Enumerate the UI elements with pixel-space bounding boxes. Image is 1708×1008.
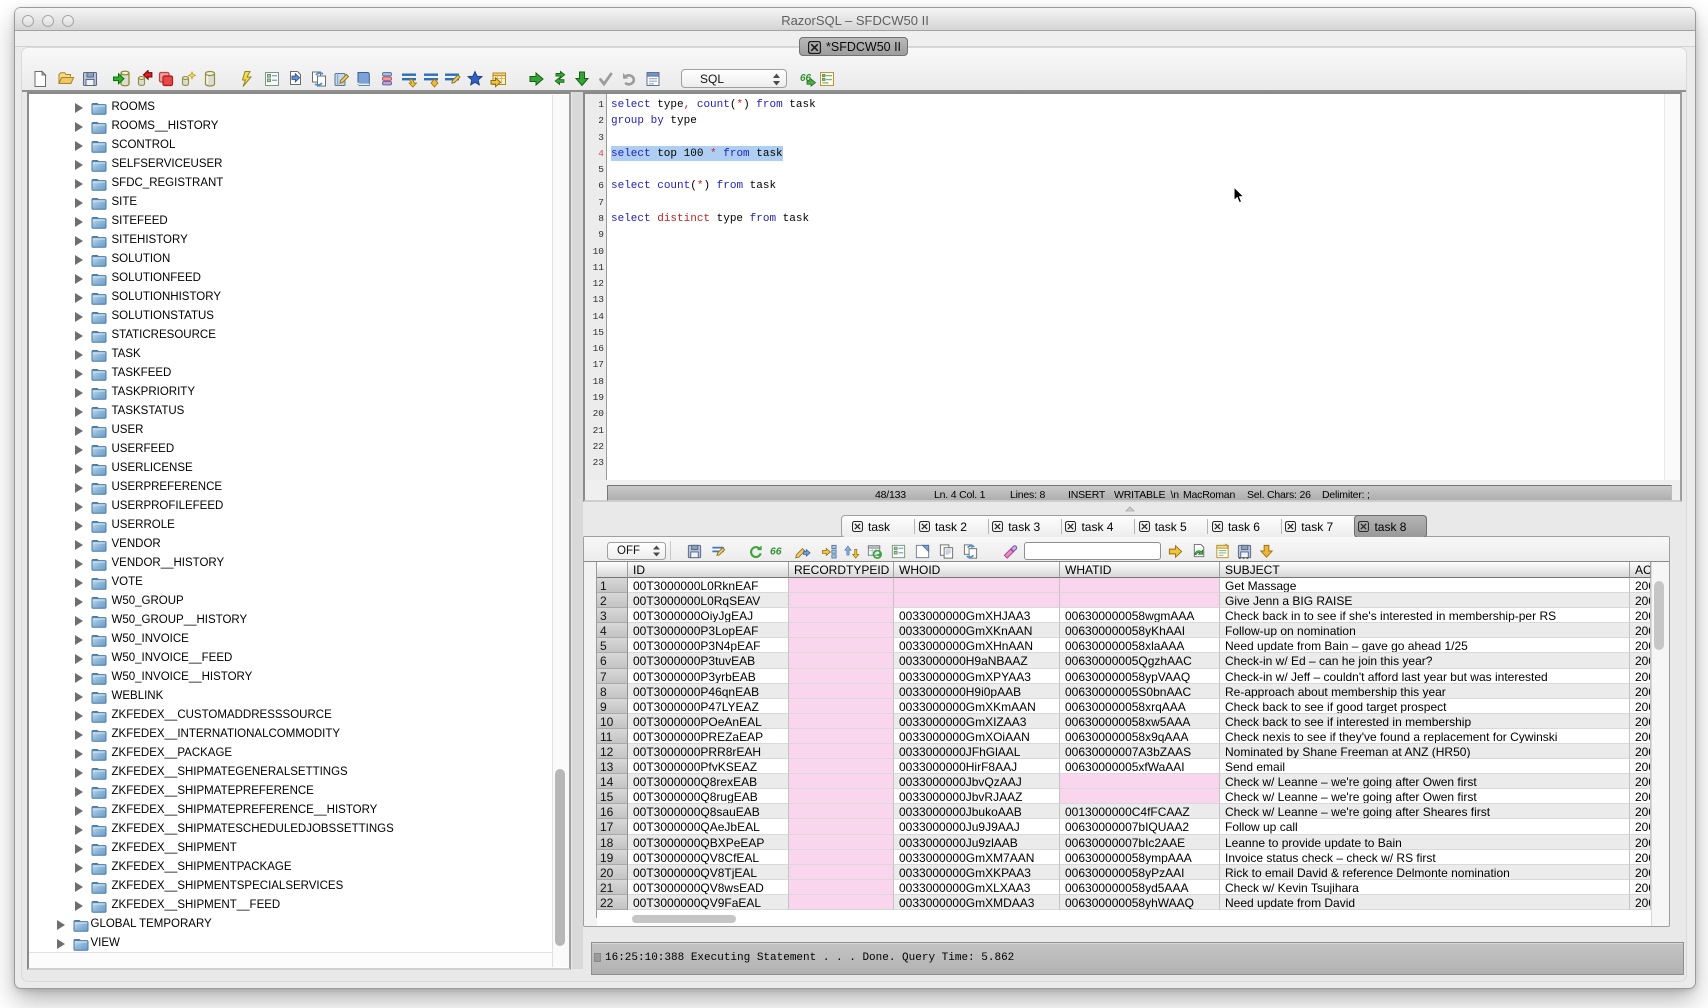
svg-text:66: 66 xyxy=(769,546,781,557)
